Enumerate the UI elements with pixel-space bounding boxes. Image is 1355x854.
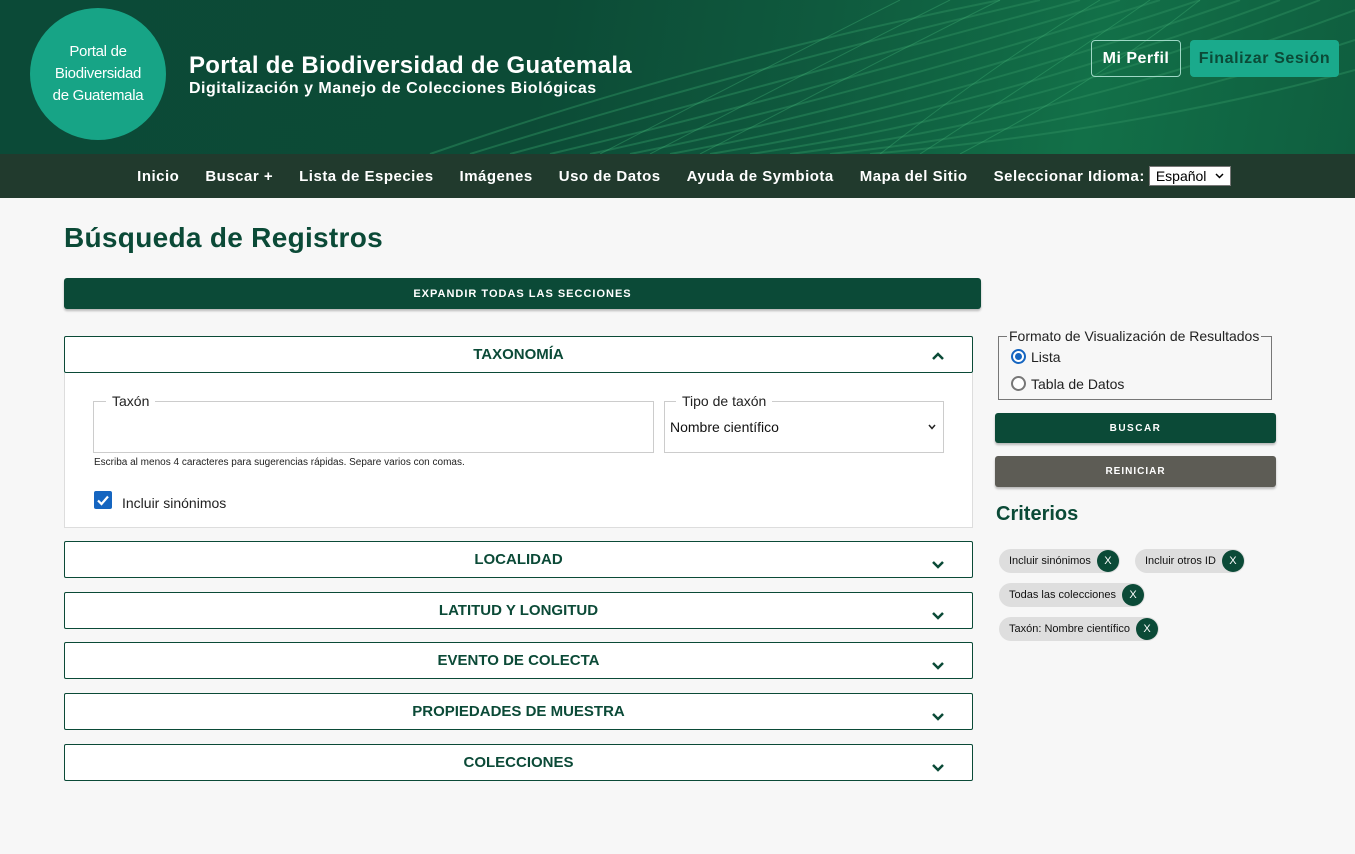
logo-line-3: de Guatemala [52, 87, 144, 104]
language-label: Seleccionar Idioma: [993, 167, 1145, 185]
format-list-radio[interactable] [1011, 349, 1026, 364]
logo-line-2: Biodiversidad [54, 65, 142, 82]
logout-button[interactable]: Finalizar Sesión [1190, 40, 1339, 77]
criteria-chip: Incluir otros ID X [1135, 549, 1245, 573]
page-title: Búsqueda de Registros [64, 222, 384, 253]
nav-item-search[interactable]: Buscar + [205, 168, 273, 185]
nav-item-symbiota-help[interactable]: Ayuda de Symbiota [687, 168, 834, 185]
format-table-label[interactable]: Tabla de Datos [1031, 376, 1124, 392]
my-profile-button[interactable]: Mi Perfil [1091, 40, 1181, 77]
section-lat-long[interactable]: LATITUD Y LONGITUD [64, 592, 973, 629]
include-synonyms-label[interactable]: Incluir sinónimos [122, 495, 226, 511]
site-logo[interactable]: Portal de Biodiversidad de Guatemala [30, 8, 166, 140]
section-locality[interactable]: LOCALIDAD [64, 541, 973, 578]
section-collections-title: COLECCIONES [463, 754, 574, 771]
criteria-chip-label: Incluir sinónimos [1009, 555, 1091, 567]
taxon-hint: Escriba al menos 4 caracteres para suger… [94, 457, 465, 468]
logo-line-1: Portal de [69, 43, 127, 60]
chevron-down-icon [932, 612, 944, 620]
section-collecting-event[interactable]: EVENTO DE COLECTA [64, 642, 973, 679]
checkmark-icon [97, 495, 109, 506]
format-list-label[interactable]: Lista [1031, 349, 1061, 365]
chevron-up-icon [932, 352, 944, 360]
section-lat-long-title: LATITUD Y LONGITUD [438, 602, 599, 619]
remove-criteria-button[interactable]: X [1096, 550, 1119, 572]
section-sample-properties-title: PROPIEDADES DE MUESTRA [412, 703, 625, 720]
section-locality-title: LOCALIDAD [474, 551, 563, 568]
language-select[interactable]: Español [1148, 166, 1231, 186]
criteria-chip-label: Incluir otros ID [1145, 555, 1216, 567]
chevron-down-icon [932, 561, 944, 569]
taxon-label: Taxón [106, 393, 156, 409]
taxon-type-label: Tipo de taxón [676, 393, 773, 409]
site-subtitle: Digitalización y Manejo de Colecciones B… [189, 80, 597, 97]
chevron-down-icon [928, 424, 936, 430]
chevron-down-icon [932, 713, 944, 721]
remove-criteria-button[interactable]: X [1221, 550, 1244, 572]
taxon-type-select[interactable]: Tipo de taxón Nombre científico [664, 393, 944, 453]
reset-button[interactable]: REINICIAR [995, 456, 1276, 487]
search-button[interactable]: BUSCAR [995, 413, 1276, 443]
criteria-chip: Todas las colecciones X [999, 583, 1146, 607]
format-table-radio[interactable] [1011, 376, 1026, 391]
site-title[interactable]: Portal de Biodiversidad de Guatemala [189, 52, 632, 80]
criteria-chip: Incluir sinónimos X [999, 549, 1120, 573]
remove-criteria-button[interactable]: X [1122, 584, 1145, 606]
taxon-field[interactable]: Taxón [93, 393, 654, 453]
criteria-chip-label: Taxón: Nombre científico [1009, 623, 1131, 635]
chevron-down-icon [932, 662, 944, 670]
results-format-fieldset: Formato de Visualización de Resultados L… [998, 328, 1272, 400]
section-collections[interactable]: COLECCIONES [64, 744, 973, 781]
criteria-title: Criterios [996, 503, 1079, 525]
nav-item-data-use[interactable]: Uso de Datos [559, 168, 661, 185]
expand-all-sections-button[interactable]: EXPANDIR TODAS LAS SECCIONES [64, 278, 981, 309]
main-nav: Inicio Buscar + Lista de Especies Imágen… [0, 154, 1355, 198]
site-header: Portal de Biodiversidad de Guatemala Por… [0, 0, 1355, 154]
chevron-down-icon [932, 764, 944, 772]
criteria-chip-label: Todas las colecciones [1009, 589, 1117, 601]
nav-item-species-lists[interactable]: Lista de Especies [299, 168, 433, 185]
results-format-legend: Formato de Visualización de Resultados [1007, 328, 1262, 344]
section-taxonomy-title: TAXONOMÍA [473, 346, 564, 363]
section-taxonomy-body: Taxón Tipo de taxón Nombre científico Es… [64, 373, 973, 528]
nav-item-sitemap[interactable]: Mapa del Sitio [860, 168, 968, 185]
remove-criteria-button[interactable]: X [1136, 618, 1159, 640]
nav-item-home[interactable]: Inicio [137, 168, 179, 185]
criteria-chip: Taxón: Nombre científico X [999, 617, 1160, 641]
chevron-down-icon [1215, 173, 1224, 179]
nav-item-images[interactable]: Imágenes [460, 168, 533, 185]
section-sample-properties[interactable]: PROPIEDADES DE MUESTRA [64, 693, 973, 730]
taxon-type-value: Nombre científico [670, 419, 779, 435]
section-taxonomy-header[interactable]: TAXONOMÍA [64, 336, 973, 373]
include-synonyms-checkbox[interactable] [94, 491, 112, 509]
language-select-value: Español [1155, 168, 1207, 184]
section-collecting-event-title: EVENTO DE COLECTA [437, 652, 600, 669]
